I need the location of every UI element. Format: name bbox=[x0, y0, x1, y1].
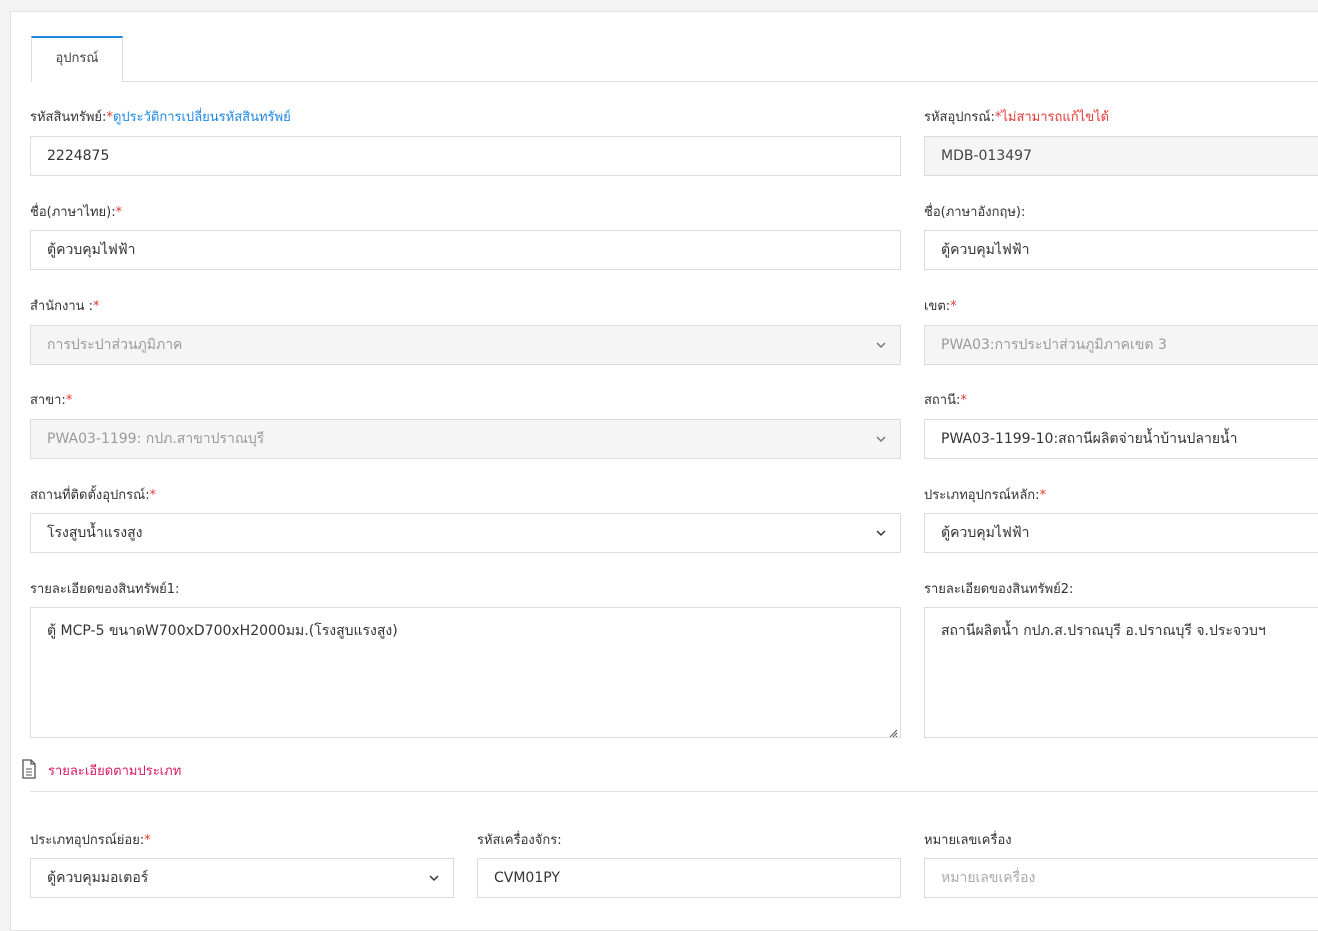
required-mark: * bbox=[65, 393, 73, 408]
branch-select: PWA03-1199: กปภ.สาขาปราณบุรี bbox=[30, 419, 901, 459]
machine-no-label: หมายเลขเครื่อง bbox=[924, 833, 1012, 848]
required-mark: * bbox=[144, 833, 151, 848]
tab-bar: อุปกรณ์ bbox=[31, 36, 1318, 82]
detail1-label: รายละเอียดของสินทรัพย์1: bbox=[30, 582, 180, 597]
sub-type-select-value: ตู้ควบคุมมอเตอร์ bbox=[47, 870, 149, 886]
office-select-value: การประปาส่วนภูมิภาค bbox=[47, 337, 183, 353]
detail1-text: ตู้ MCP-5 ขนาดW700xD700xH2000มม.(โรงสูบแ… bbox=[47, 623, 398, 639]
asset-code-input[interactable]: 2224875 bbox=[30, 136, 901, 176]
chevron-down-icon[interactable] bbox=[876, 514, 886, 552]
office-label-text: สำนักงาน : bbox=[30, 299, 94, 314]
branch-label: สาขา:* bbox=[30, 389, 72, 410]
asset-code-label: รหัสสินทรัพย์:*ดูประวัติการเปลี่ยนรหัสสิ… bbox=[30, 106, 291, 127]
station-label-text: สถานี: bbox=[924, 393, 961, 408]
branch-select-value: PWA03-1199: กปภ.สาขาปราณบุรี bbox=[47, 431, 265, 447]
machine-code-input[interactable]: CVM01PY bbox=[477, 858, 901, 898]
main-type-select[interactable]: ตู้ควบคุมไฟฟ้า bbox=[924, 513, 1318, 553]
office-select: การประปาส่วนภูมิภาค bbox=[30, 325, 901, 365]
name-en-label: ชื่อ(ภาษาอังกฤษ): bbox=[924, 205, 1026, 220]
detail2-textarea[interactable]: สถานีผลิตน้ำ กปภ.ส.ปราณบุรี อ.ปราณบุรี จ… bbox=[924, 607, 1318, 738]
tab-equipment[interactable]: อุปกรณ์ bbox=[31, 36, 123, 82]
asset-code-label-text: รหัสสินทรัพย์: bbox=[30, 110, 107, 125]
sub-type-label: ประเภทอุปกรณ์ย่อย:* bbox=[30, 829, 151, 850]
detail2-text: สถานีผลิตน้ำ กปภ.ส.ปราณบุรี อ.ปราณบุรี จ… bbox=[941, 623, 1266, 639]
zone-select: PWA03:การประปาส่วนภูมิภาคเขต 3 bbox=[924, 325, 1318, 365]
readonly-note: ไม่สามารถแก้ไขได้ bbox=[1001, 110, 1110, 125]
required-mark: * bbox=[960, 393, 967, 408]
section-title: รายละเอียดตามประเภท bbox=[48, 764, 182, 779]
zone-label-text: เขต: bbox=[924, 299, 951, 314]
section-divider bbox=[30, 791, 1318, 792]
required-mark: * bbox=[950, 299, 957, 314]
detail2-label: รายละเอียดของสินทรัพย์2: bbox=[924, 582, 1074, 597]
station-label: สถานี:* bbox=[924, 389, 967, 410]
station-select[interactable]: PWA03-1199-10:สถานีผลิตจ่ายน้ำบ้านปลายน้… bbox=[924, 419, 1318, 459]
equip-code-label: รหัสอุปกรณ์:*ไม่สามารถแก้ไขได้ bbox=[924, 106, 1109, 127]
required-mark: * bbox=[1039, 488, 1047, 503]
main-type-label: ประเภทอุปกรณ์หลัก:* bbox=[924, 484, 1046, 505]
sub-type-label-text: ประเภทอุปกรณ์ย่อย: bbox=[30, 833, 145, 848]
required-mark: * bbox=[149, 488, 157, 503]
required-mark: * bbox=[93, 299, 100, 314]
asset-history-link[interactable]: ดูประวัติการเปลี่ยนรหัสสินทรัพย์ bbox=[113, 110, 291, 125]
install-place-select[interactable]: โรงสูบน้ำแรงสูง bbox=[30, 513, 901, 553]
chevron-down-icon bbox=[876, 420, 886, 458]
office-label: สำนักงาน :* bbox=[30, 295, 100, 316]
zone-label: เขต:* bbox=[924, 295, 957, 316]
machine-no-input[interactable]: หมายเลขเครื่อง bbox=[924, 858, 1318, 898]
equip-code-label-text: รหัสอุปกรณ์: bbox=[924, 110, 995, 125]
branch-label-text: สาขา: bbox=[30, 393, 66, 408]
document-icon bbox=[20, 759, 38, 783]
chevron-down-icon[interactable] bbox=[429, 859, 439, 897]
name-th-input[interactable]: ตู้ควบคุมไฟฟ้า bbox=[30, 230, 901, 270]
chevron-down-icon bbox=[876, 326, 886, 364]
detail1-textarea[interactable]: ตู้ MCP-5 ขนาดW700xD700xH2000มม.(โรงสูบแ… bbox=[30, 607, 901, 738]
name-th-label: ชื่อ(ภาษาไทย):* bbox=[30, 201, 122, 222]
install-place-select-value: โรงสูบน้ำแรงสูง bbox=[47, 525, 143, 541]
name-th-label-text: ชื่อ(ภาษาไทย): bbox=[30, 205, 116, 220]
main-type-label-text: ประเภทอุปกรณ์หลัก: bbox=[924, 488, 1040, 503]
name-en-input[interactable]: ตู้ควบคุมไฟฟ้า bbox=[924, 230, 1318, 270]
machine-code-label: รหัสเครื่องจักร: bbox=[477, 833, 562, 848]
resize-grip-icon[interactable] bbox=[889, 726, 898, 738]
equip-code-input: MDB-013497 bbox=[924, 136, 1318, 176]
sub-type-select[interactable]: ตู้ควบคุมมอเตอร์ bbox=[30, 858, 454, 898]
install-place-label-text: สถานที่ติดตั้งอุปกรณ์: bbox=[30, 488, 150, 503]
required-mark: * bbox=[115, 205, 123, 220]
install-place-label: สถานที่ติดตั้งอุปกรณ์:* bbox=[30, 484, 156, 505]
